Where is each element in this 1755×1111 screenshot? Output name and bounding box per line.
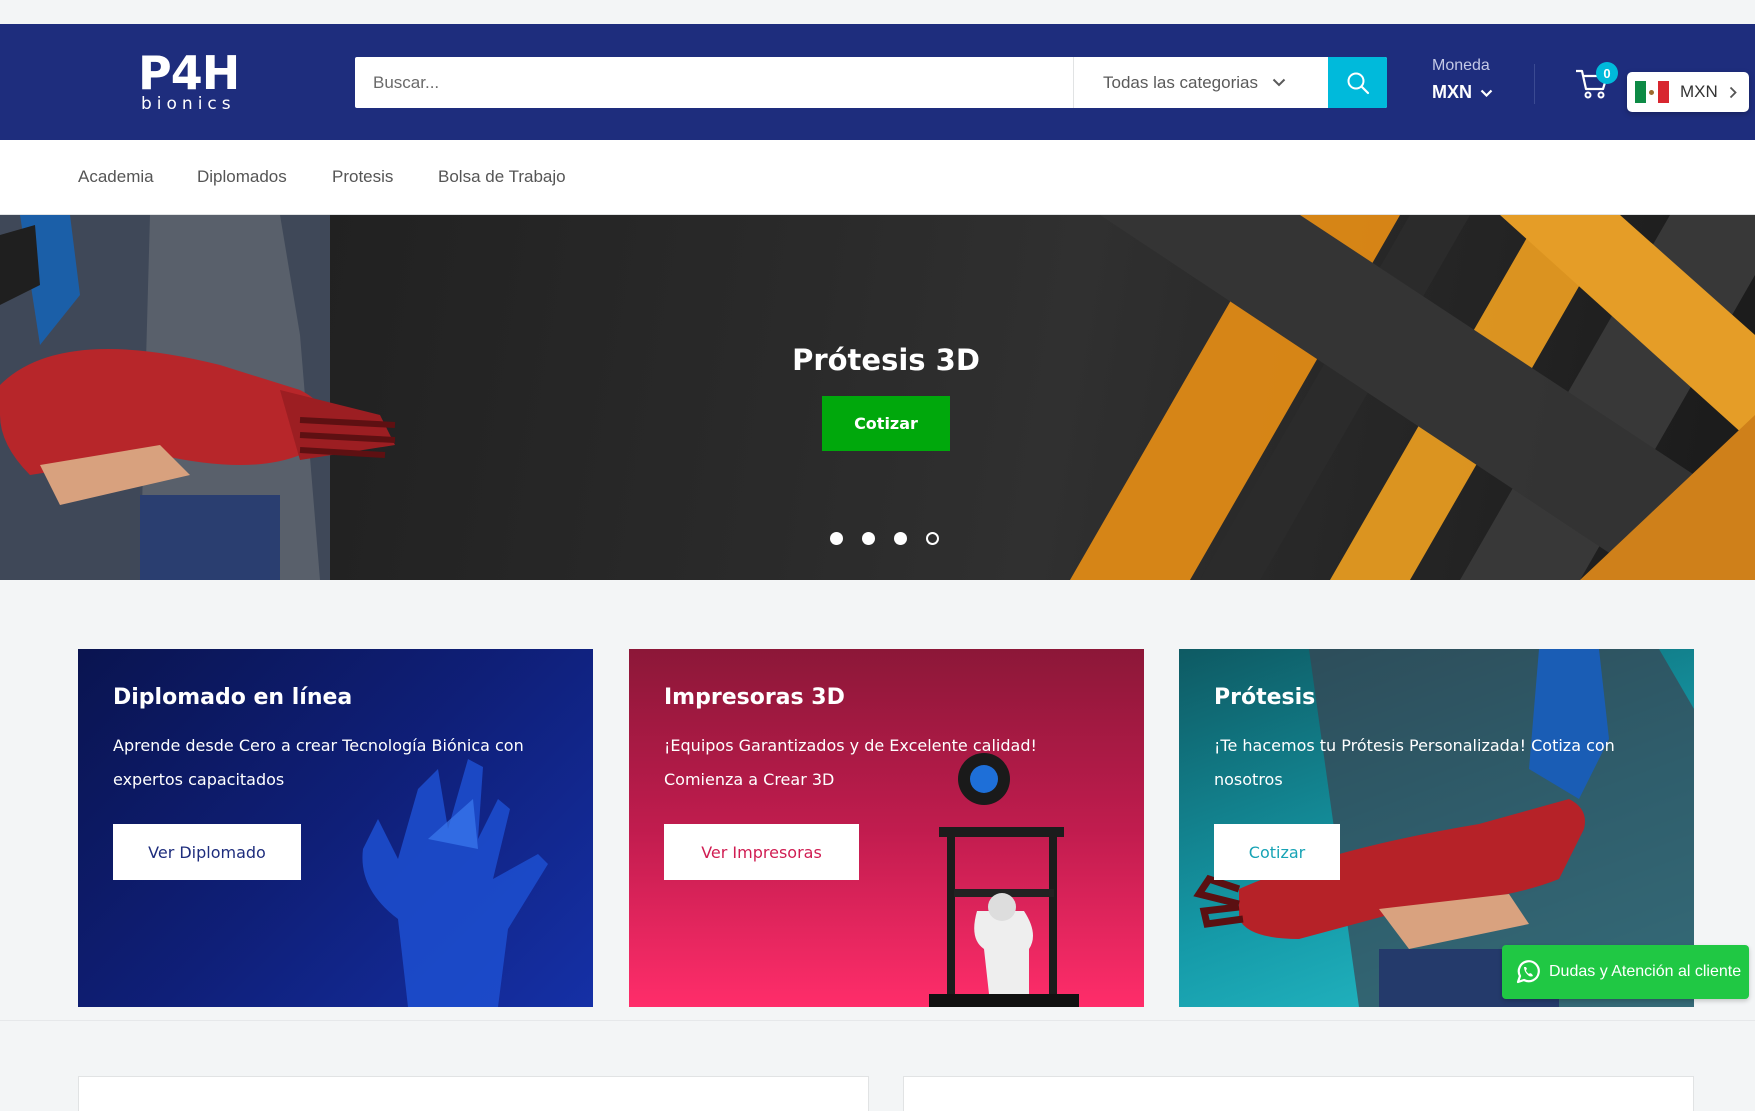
whatsapp-label: Dudas y Atención al cliente	[1549, 963, 1742, 980]
cotizar-protesis-button[interactable]: Cotizar	[1214, 824, 1340, 880]
nav-item-diplomados[interactable]: Diplomados	[197, 167, 287, 187]
search-bar: Todas las categorias	[355, 57, 1387, 108]
chevron-down-icon	[1480, 89, 1493, 97]
currency-popup[interactable]: MXN	[1627, 72, 1749, 112]
slider-dots	[830, 532, 958, 545]
slider-dot[interactable]	[894, 532, 907, 545]
whatsapp-chat-button[interactable]: Dudas y Atención al cliente	[1502, 945, 1749, 999]
mexico-flag-icon	[1635, 81, 1669, 103]
ver-impresoras-button[interactable]: Ver Impresoras	[664, 824, 859, 880]
content-panel-left	[78, 1076, 869, 1111]
site-header: P4H bionics Todas las categorias Moneda …	[0, 24, 1755, 140]
nav-item-academia[interactable]: Academia	[78, 167, 154, 187]
top-strip	[0, 0, 1755, 24]
chevron-right-icon	[1729, 86, 1737, 98]
logo-subtitle: bionics	[141, 94, 236, 114]
logo[interactable]: P4H bionics	[138, 50, 244, 118]
cart-button[interactable]: 0	[1574, 62, 1618, 104]
currency-selector[interactable]: Moneda MXN	[1432, 57, 1493, 103]
category-select[interactable]: Todas las categorias	[1073, 57, 1328, 108]
chevron-down-icon	[1272, 78, 1286, 87]
card-description: ¡Te hacemos tu Prótesis Personalizada! C…	[1214, 736, 1615, 789]
card-title: Prótesis	[1214, 685, 1316, 710]
promo-card-impresoras: Impresoras 3D ¡Equipos Garantizados y de…	[629, 649, 1144, 1007]
currency-popup-code: MXN	[1680, 82, 1718, 101]
nav-item-bolsa-de-trabajo[interactable]: Bolsa de Trabajo	[438, 167, 566, 187]
nav-item-protesis[interactable]: Protesis	[332, 167, 393, 187]
content-panel-right	[903, 1076, 1694, 1111]
main-nav: Academia Diplomados Protesis Bolsa de Tr…	[0, 140, 1755, 215]
hero-slider: Prótesis 3D Cotizar	[0, 215, 1755, 580]
promo-card-diplomado: Diplomado en línea Aprende desde Cero a …	[78, 649, 593, 1007]
ver-diplomado-button[interactable]: Ver Diplomado	[113, 824, 301, 880]
search-icon	[1347, 72, 1369, 94]
currency-value: MXN	[1432, 82, 1493, 103]
card-description: Aprende desde Cero a crear Tecnología Bi…	[113, 736, 524, 789]
card-title: Diplomado en línea	[113, 685, 353, 710]
slider-dot[interactable]	[830, 532, 843, 545]
whatsapp-icon	[1516, 960, 1540, 984]
slider-dot[interactable]	[862, 532, 875, 545]
header-divider	[1534, 64, 1535, 104]
card-title: Impresoras 3D	[664, 685, 845, 710]
hero-cotizar-button[interactable]: Cotizar	[822, 396, 950, 451]
search-input[interactable]	[355, 57, 1073, 108]
search-button[interactable]	[1328, 57, 1387, 108]
cart-count-badge: 0	[1596, 62, 1618, 84]
logo-mark: P4H	[138, 46, 240, 100]
slider-dot-active[interactable]	[926, 532, 939, 545]
currency-label: Moneda	[1432, 57, 1490, 74]
card-description: ¡Equipos Garantizados y de Excelente cal…	[664, 736, 1037, 789]
hero-title: Prótesis 3D	[792, 343, 980, 377]
category-select-label: Todas las categorias	[1103, 72, 1258, 92]
currency-code: MXN	[1432, 82, 1472, 102]
